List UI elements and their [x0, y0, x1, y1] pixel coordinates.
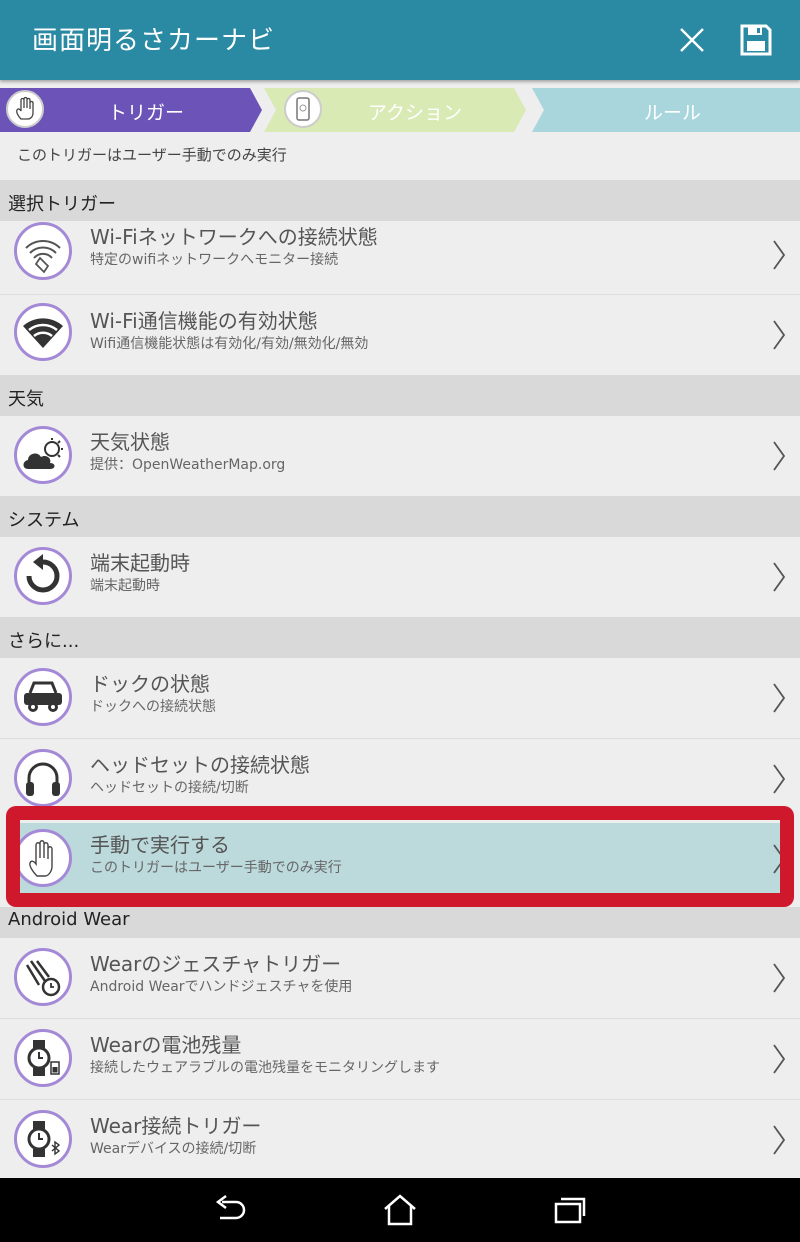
section-header: Android Wear [0, 907, 800, 938]
recents-button[interactable] [540, 1190, 600, 1230]
item-description: Android Wearでハンドジェスチャを使用 [90, 979, 353, 995]
chevron-right-icon [773, 683, 786, 713]
item-description: 端末起動時 [90, 578, 160, 594]
list-item-wifi-network[interactable]: Wi-Fiネットワークへの接続状態 特定のwifiネットワークへモニター接続 [0, 221, 800, 294]
chevron-right-icon [773, 562, 786, 592]
system-nav-bar [0, 1178, 800, 1242]
chevron-right-icon [773, 240, 786, 270]
list-item-headset[interactable]: ヘッドセットの接続状態 ヘッドセットの接続/切断 [0, 739, 800, 819]
chevron-right-icon [773, 441, 786, 471]
list-item-boot[interactable]: 端末起動時 端末起動時 [0, 537, 800, 617]
list-item-wear-gesture[interactable]: Wearのジェスチャトリガー Android Wearでハンドジェスチャを使用 [0, 938, 800, 1018]
item-description: 特定のwifiネットワークへモニター接続 [90, 252, 339, 268]
list-item-wifi-state[interactable]: Wi-Fi通信機能の有効状態 Wifi通信機能状態は有効化/有効/無効化/無効 [0, 295, 800, 375]
recents-icon [554, 1197, 586, 1224]
section-header: 選択トリガー [0, 180, 800, 221]
close-button[interactable] [668, 16, 716, 64]
item-description: このトリガーはユーザー手動でのみ実行 [90, 860, 342, 876]
list-item-dock[interactable]: ドックの状態 ドックへの接続状態 [0, 658, 800, 738]
item-description: Wearデバイスの接続/切断 [90, 1141, 257, 1157]
section-label: システム [8, 510, 80, 531]
section-label: 選択トリガー [8, 194, 116, 215]
tab-action-label: アクション [368, 102, 463, 124]
section-header: システム [0, 496, 800, 537]
item-title: 天気状態 [90, 430, 170, 454]
subtitle-text: このトリガーはユーザー手動でのみ実行 [17, 146, 287, 164]
item-description: 提供：OpenWeatherMap.org [90, 457, 286, 473]
item-title: 手動で実行する [90, 833, 230, 857]
hand-icon [14, 829, 72, 887]
chevron-right-icon [773, 963, 786, 993]
home-button[interactable] [370, 1190, 430, 1230]
app-title: 画面明るさカーナビ [32, 26, 276, 56]
chevron-right-icon [773, 844, 786, 874]
tab-rule[interactable]: ルール [534, 88, 800, 132]
weather-icon [14, 426, 72, 484]
section-label: さらに... [8, 631, 80, 652]
restart-icon [14, 547, 72, 605]
app-bar: 画面明るさカーナビ [0, 0, 800, 80]
watch-gesture-icon [14, 948, 72, 1006]
watch-bluetooth-icon [14, 1110, 72, 1168]
tab-trigger[interactable]: トリガー [0, 88, 258, 132]
section-label: 天気 [8, 389, 44, 410]
item-description: 接続したウェアラブルの電池残量をモニタリングします [90, 1060, 440, 1076]
item-description: ヘッドセットの接続/切断 [90, 780, 249, 796]
phone-icon [284, 90, 322, 128]
item-title: Wearの電池残量 [90, 1033, 242, 1057]
chevron-right-icon [773, 764, 786, 794]
wifi-tag-icon [14, 222, 72, 280]
chevron-right-icon [773, 1044, 786, 1074]
tab-trigger-label: トリガー [108, 102, 185, 124]
item-description: Wifi通信機能状態は有効化/有効/無効化/無効 [90, 336, 369, 352]
close-icon [680, 28, 704, 52]
section-header: 天気 [0, 375, 800, 416]
back-icon [215, 1195, 246, 1220]
wifi-icon [14, 303, 72, 361]
item-title: Wearのジェスチャトリガー [90, 952, 342, 976]
section-header: さらに... [0, 617, 800, 658]
item-description: ドックへの接続状態 [90, 699, 216, 715]
save-button[interactable] [732, 16, 780, 64]
list-item-manual-run[interactable]: 手動で実行する このトリガーはユーザー手動でのみ実行 [0, 819, 800, 899]
item-title: Wear接続トリガー [90, 1114, 262, 1138]
chevron-right-icon [773, 320, 786, 350]
save-icon [740, 24, 772, 56]
list-item-wear-connect[interactable]: Wear接続トリガー Wearデバイスの接続/切断 [0, 1100, 800, 1178]
item-title: ヘッドセットの接続状態 [90, 753, 310, 777]
list-item-weather[interactable]: 天気状態 提供：OpenWeatherMap.org [0, 416, 800, 496]
car-icon [14, 668, 72, 726]
hand-icon [6, 90, 44, 128]
item-title: ドックの状態 [90, 672, 210, 696]
item-title: 端末起動時 [90, 551, 190, 575]
home-icon [384, 1194, 416, 1226]
chevron-right-icon [773, 1125, 786, 1155]
section-label: Android Wear [8, 909, 130, 930]
back-button[interactable] [200, 1190, 260, 1230]
step-tabs: トリガー アクション ルール [0, 80, 800, 140]
list-item-wear-battery[interactable]: Wearの電池残量 接続したウェアラブルの電池残量をモニタリングします [0, 1019, 800, 1099]
headset-icon [14, 749, 72, 807]
tab-rule-label: ルール [644, 102, 702, 124]
item-title: Wi-Fiネットワークへの接続状態 [90, 225, 378, 249]
watch-battery-icon [14, 1029, 72, 1087]
item-title: Wi-Fi通信機能の有効状態 [90, 309, 318, 333]
tab-action[interactable]: アクション [266, 88, 524, 132]
